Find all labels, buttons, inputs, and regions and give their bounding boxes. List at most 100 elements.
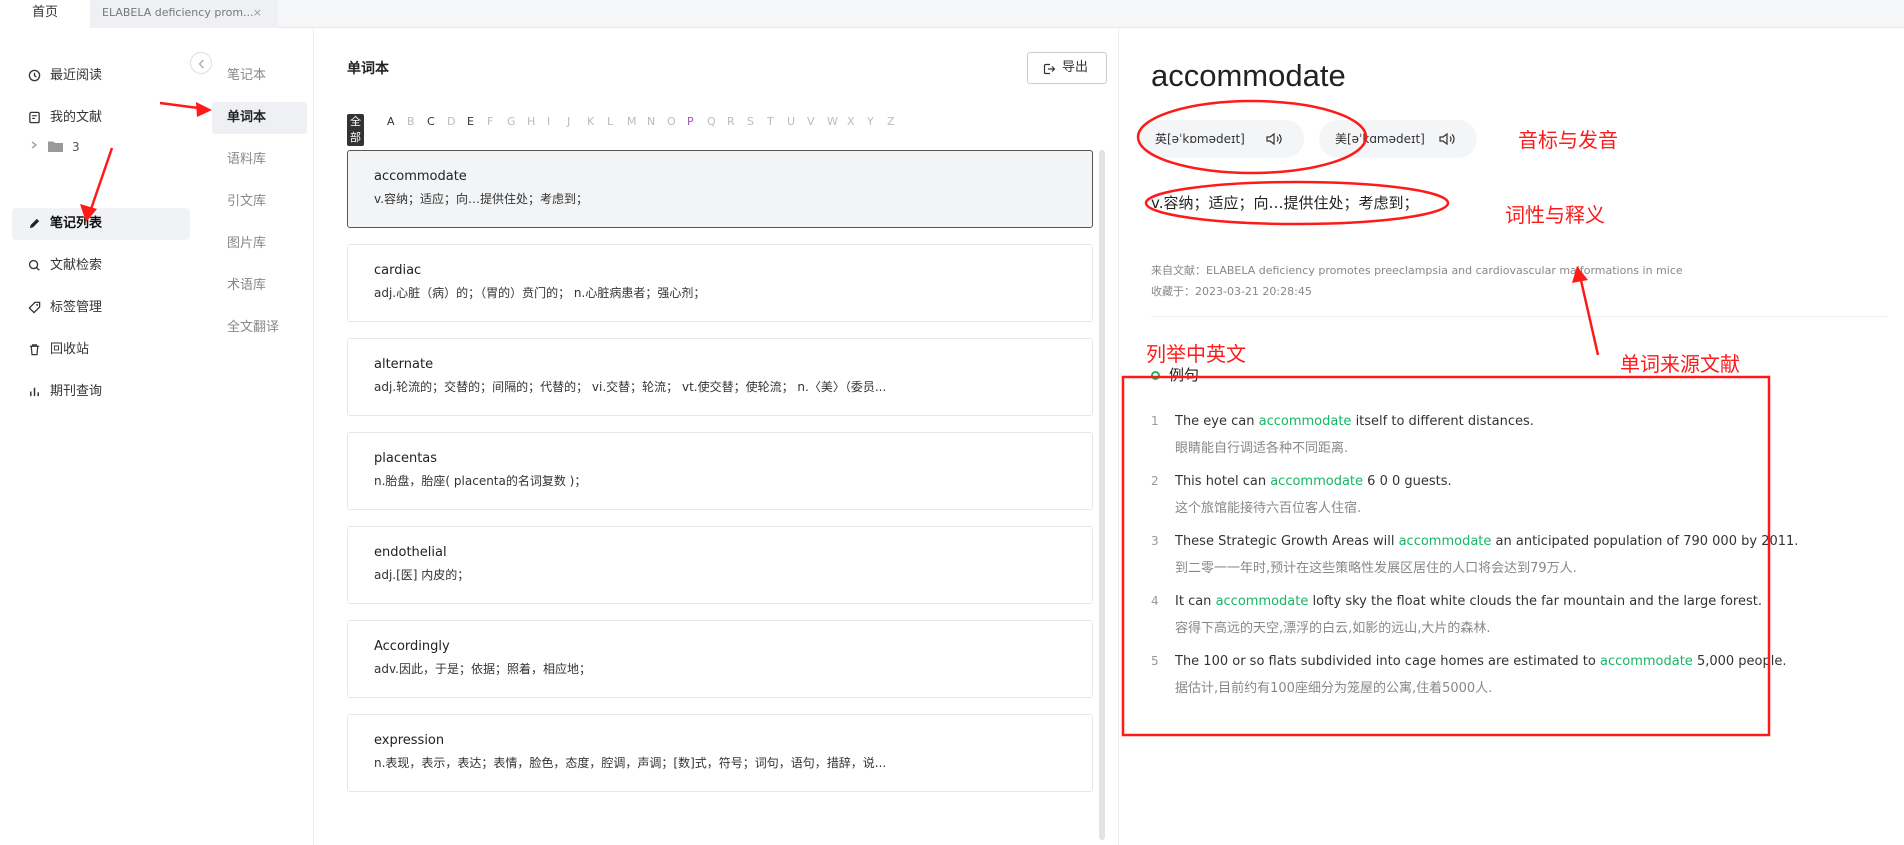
caret-right-icon[interactable] [30, 140, 38, 150]
letter-filter-a[interactable]: A [387, 114, 395, 130]
sidebar-item-recent[interactable]: 最近阅读 [12, 60, 190, 92]
example-english: These Strategic Growth Areas will accomm… [1175, 534, 1798, 549]
letter-filter-h[interactable]: H [527, 114, 535, 130]
subnav-images[interactable]: 图片库 [212, 228, 307, 260]
sidebar-item-tags[interactable]: 标签管理 [12, 292, 190, 324]
word-card[interactable]: Accordingly adv.因此，于是；依据；照着，相应地； [347, 620, 1093, 698]
list-scrollbar[interactable] [1099, 150, 1105, 840]
word-card-term: placentas [374, 451, 438, 466]
word-card-definition: n.表现，表示，表达；表情，脸色，态度，腔调，声调；[数]式，符号；词句，语句，… [374, 756, 887, 770]
example-keyword: accommodate [1600, 654, 1693, 669]
letter-filter-t[interactable]: T [767, 114, 774, 130]
subnav-citations[interactable]: 引文库 [212, 186, 307, 218]
pronunciation-uk-text: 英[əˈkɒmədeɪt] [1155, 132, 1245, 146]
example-text: 5,000 people. [1692, 654, 1787, 669]
letter-filter-l[interactable]: L [607, 114, 613, 130]
letter-filter-x[interactable]: X [847, 114, 855, 130]
letter-filter-e[interactable]: E [467, 114, 474, 130]
word-card[interactable]: accommodate v.容纳；适应；向…提供住处；考虑到； [347, 150, 1093, 228]
word-card-definition: adj.[医] 内皮的； [374, 568, 470, 582]
examples-heading-label: 例句 [1169, 366, 1200, 384]
tag-icon [28, 301, 41, 314]
word-card[interactable]: alternate adj.轮流的；交替的；间隔的；代替的； vi.交替；轮流； … [347, 338, 1093, 416]
word-card[interactable]: cardiac adj.心脏（病）的；（胃的）贲门的； n.心脏病患者；强心剂； [347, 244, 1093, 322]
example-english: This hotel can accommodate 6 0 0 guests. [1175, 474, 1452, 489]
sidebar-item-notes[interactable]: 笔记列表 [12, 208, 190, 240]
pronunciation-uk[interactable]: 英[əˈkɒmədeɪt] [1139, 120, 1304, 158]
sub-navigation: 笔记本 单词本 语料库 引文库 图片库 术语库 全文翻译 [212, 28, 314, 845]
annotation-definition: 词性与释义 [1505, 203, 1605, 227]
annotation-source: 单词来源文献 [1620, 352, 1740, 376]
word-card-definition: n.胎盘，胎座( placenta的名词复数 )； [374, 474, 587, 488]
word-card[interactable]: endothelial adj.[医] 内皮的； [347, 526, 1093, 604]
tab-home[interactable]: 首页 [0, 0, 90, 28]
tab-bar: 首页 ELABELA deficiency prom... × [0, 0, 1904, 28]
word-card-term: endothelial [374, 545, 447, 560]
letter-filter-s[interactable]: S [747, 114, 754, 130]
letter-filter-k[interactable]: K [587, 114, 594, 130]
word-card[interactable]: expression n.表现，表示，表达；表情，脸色，态度，腔调，声调；[数]式… [347, 714, 1093, 792]
collapse-sidebar-button[interactable] [190, 52, 212, 74]
search-icon [28, 259, 40, 271]
trash-icon [29, 344, 40, 356]
tab-document-label: ELABELA deficiency prom... [102, 6, 254, 19]
letter-filter-g[interactable]: G [507, 114, 516, 130]
export-button[interactable]: 导出 [1027, 52, 1107, 84]
speaker-icon[interactable] [1439, 132, 1455, 146]
sidebar-item-my-docs[interactable]: 我的文献 [12, 102, 190, 134]
sidebar-item-search[interactable]: 文献检索 [12, 250, 190, 282]
letter-filter-p[interactable]: P [687, 114, 694, 130]
example-number: 2 [1151, 474, 1159, 488]
example-english: The eye can accommodate itself to differ… [1175, 414, 1534, 429]
pronunciation-us-text: 美[əˈkɑmədeɪt] [1335, 132, 1425, 146]
subnav-wordbook[interactable]: 单词本 [212, 102, 307, 134]
sidebar-item-journals[interactable]: 期刊查询 [12, 376, 190, 408]
letter-filter-v[interactable]: V [807, 114, 815, 130]
example-chinese: 这个旅馆能接待六百位客人住宿. [1175, 501, 1362, 516]
letter-filter-r[interactable]: R [727, 114, 735, 130]
subnav-notebook[interactable]: 笔记本 [212, 60, 307, 92]
example-text: 6 0 0 guests. [1363, 474, 1452, 489]
clock-icon [28, 69, 41, 82]
letter-filter-d[interactable]: D [447, 114, 455, 130]
source-document: 来自文献：ELABELA deficiency promotes preecla… [1151, 264, 1683, 277]
letter-filter-all[interactable]: 全部 [347, 114, 364, 146]
letter-filter-f[interactable]: F [487, 114, 493, 130]
letter-filter-u[interactable]: U [787, 114, 795, 130]
annotation-examples: 列举中英文 [1146, 342, 1246, 366]
letter-filter-c[interactable]: C [427, 114, 435, 130]
word-card[interactable]: placentas n.胎盘，胎座( placenta的名词复数 )； [347, 432, 1093, 510]
tab-close-icon[interactable]: × [253, 0, 262, 26]
example-english: It can accommodate lofty sky the float w… [1175, 594, 1762, 609]
subnav-corpus[interactable]: 语料库 [212, 144, 307, 176]
sidebar-item-label: 最近阅读 [50, 68, 103, 83]
letter-filter-o[interactable]: O [667, 114, 676, 130]
pronunciation-us[interactable]: 美[əˈkɑmədeɪt] [1319, 120, 1477, 158]
annotation-pronunciation: 音标与发音 [1518, 128, 1618, 152]
letter-filter-w[interactable]: W [827, 114, 838, 130]
letter-filter-q[interactable]: Q [707, 114, 716, 130]
subnav-terms[interactable]: 术语库 [212, 270, 307, 302]
letter-filter-m[interactable]: M [627, 114, 637, 130]
subnav-translate[interactable]: 全文翻译 [212, 312, 307, 344]
letter-filter-y[interactable]: Y [867, 114, 874, 130]
letter-filter-j[interactable]: J [567, 114, 570, 130]
letter-filter-n[interactable]: N [647, 114, 655, 130]
speaker-icon[interactable] [1266, 132, 1282, 146]
letter-filter-z[interactable]: Z [887, 114, 895, 130]
example-english: The 100 or so flats subdivided into cage… [1175, 654, 1787, 669]
word-card-definition: adj.心脏（病）的；（胃的）贲门的； n.心脏病患者；强心剂； [374, 286, 706, 300]
sidebar-item-trash[interactable]: 回收站 [12, 334, 190, 366]
example-chinese: 据估计,目前约有100座细分为笼屋的公寓,住着5000人. [1175, 681, 1493, 696]
export-icon [1043, 63, 1056, 75]
pen-icon [29, 218, 40, 229]
letter-filter-b[interactable]: B [407, 114, 415, 130]
tab-document[interactable]: ELABELA deficiency prom... × [90, 0, 278, 28]
letter-filter-i[interactable]: I [547, 114, 550, 130]
example-text: The 100 or so flats subdivided into cage… [1175, 654, 1600, 669]
word-detail-panel: accommodate 英[əˈkɒmədeɪt] 美[əˈkɑmədeɪt] … [1118, 28, 1904, 845]
sidebar-item-label: 笔记列表 [50, 216, 103, 231]
example-keyword: accommodate [1270, 474, 1364, 489]
app-window: 首页 ELABELA deficiency prom... × 最近阅读 我的文… [0, 0, 1904, 845]
folder-icon [48, 141, 63, 152]
